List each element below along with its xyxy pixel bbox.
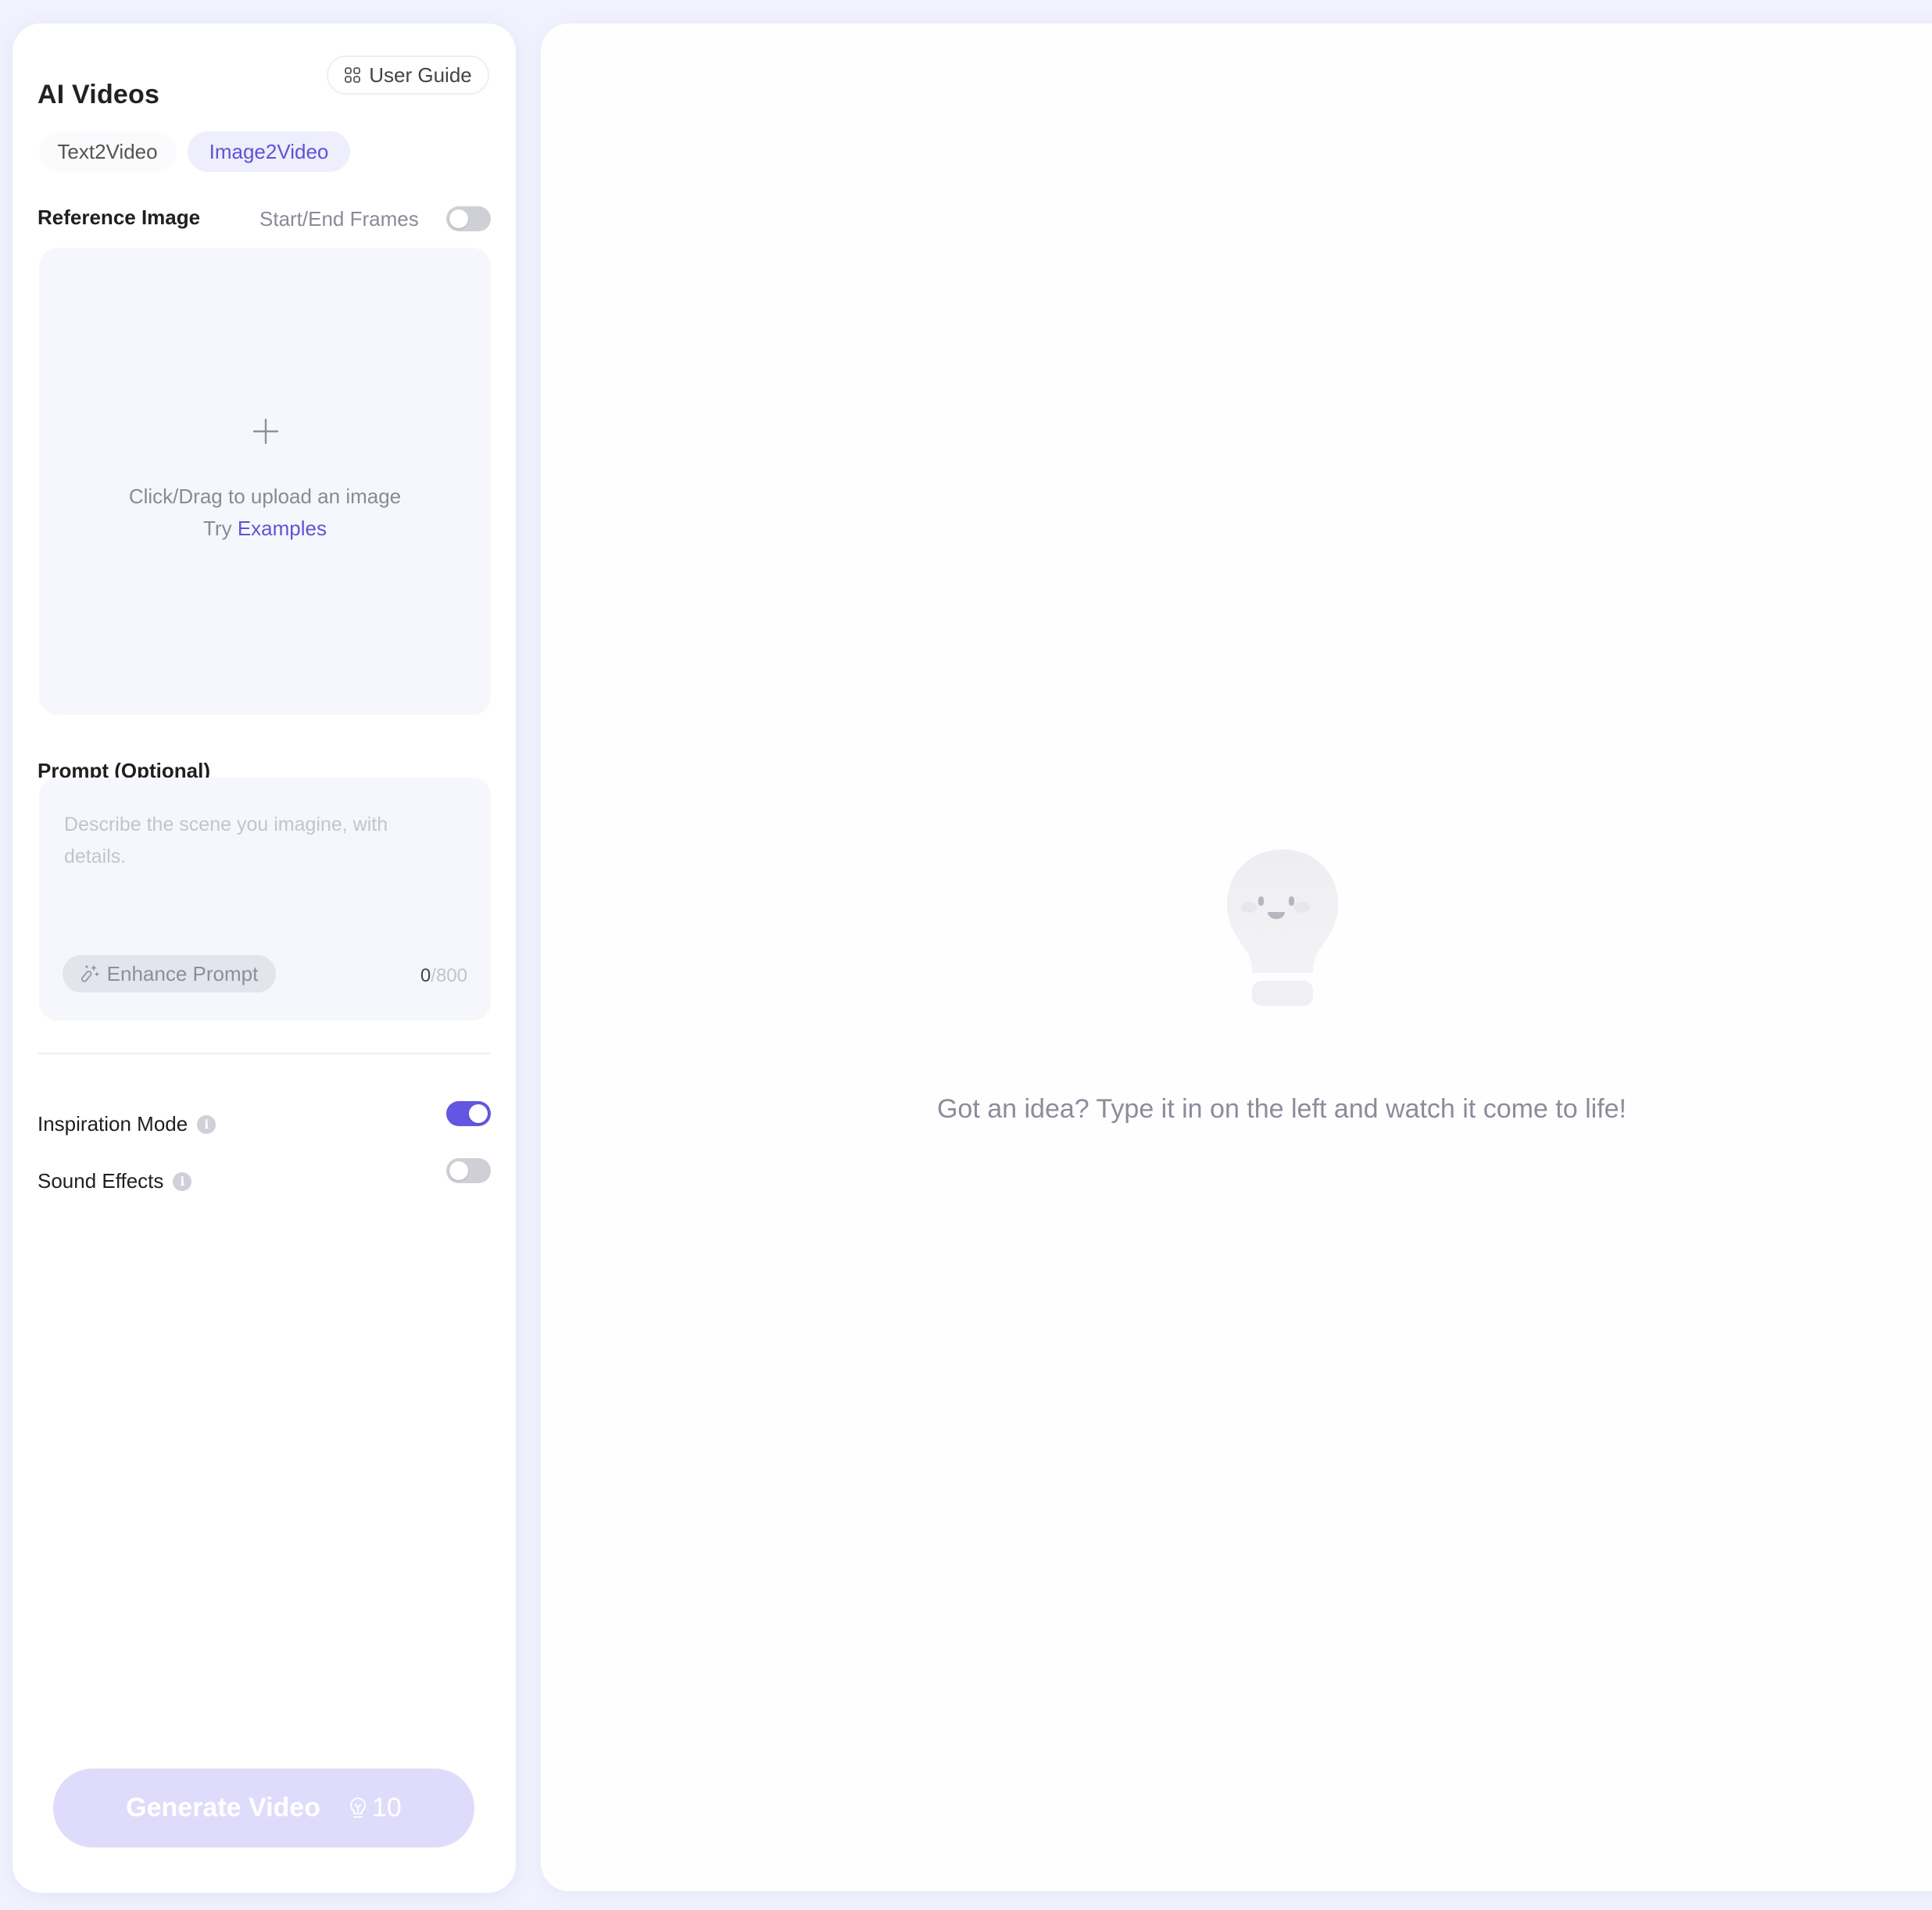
- info-icon[interactable]: i: [197, 1114, 216, 1134]
- char-counter: 0/800: [420, 965, 467, 987]
- grid-icon: [345, 67, 361, 83]
- credit-cost: 10: [349, 1793, 402, 1823]
- settings-panel: AI Videos User Guide Text2Video Image2Vi…: [13, 23, 516, 1893]
- try-prefix: Try: [203, 517, 238, 540]
- user-guide-label: User Guide: [369, 63, 472, 87]
- toggle-knob: [469, 1104, 488, 1123]
- inspiration-mode-toggle[interactable]: [446, 1101, 491, 1126]
- try-examples: Try Examples: [39, 513, 491, 545]
- magic-wand-icon: [80, 965, 98, 982]
- prompt-input[interactable]: [63, 807, 456, 928]
- preview-panel: Got an idea? Type it in on the left and …: [541, 23, 1932, 1891]
- generate-video-button[interactable]: Generate Video 10: [53, 1769, 474, 1847]
- examples-link[interactable]: Examples: [238, 517, 327, 540]
- divider: [38, 1053, 491, 1054]
- smiling-lightbulb-icon: [1227, 849, 1338, 1006]
- tab-text2video[interactable]: Text2Video: [39, 131, 176, 172]
- image-upload-dropzone[interactable]: Click/Drag to upload an image Try Exampl…: [39, 248, 491, 715]
- enhance-prompt-label: Enhance Prompt: [106, 961, 259, 985]
- enhance-prompt-button[interactable]: Enhance Prompt: [63, 955, 276, 993]
- tab-image2video[interactable]: Image2Video: [188, 131, 350, 172]
- start-end-frames-toggle[interactable]: [446, 206, 491, 231]
- info-icon[interactable]: i: [173, 1171, 192, 1191]
- generate-video-label: Generate Video: [126, 1793, 320, 1822]
- plus-icon: [252, 418, 279, 445]
- page-title: AI Videos: [38, 80, 160, 109]
- user-guide-button[interactable]: User Guide: [327, 55, 489, 95]
- char-count: 0: [420, 965, 431, 986]
- reference-image-label: Reference Image: [38, 206, 201, 229]
- prompt-box: Enhance Prompt 0/800: [39, 778, 491, 1021]
- sound-effects-toggle[interactable]: [446, 1158, 491, 1183]
- upload-instructions: Click/Drag to upload an image Try Exampl…: [39, 481, 491, 545]
- empty-state-message: Got an idea? Type it in on the left and …: [936, 1094, 1626, 1124]
- sound-effects-row: Sound Effects i: [38, 1169, 192, 1193]
- lightbulb-icon: [350, 1797, 366, 1818]
- char-limit: /800: [431, 965, 467, 986]
- toggle-knob: [449, 209, 468, 228]
- sound-effects-label: Sound Effects: [38, 1169, 164, 1193]
- toggle-knob: [449, 1161, 468, 1180]
- upload-text: Click/Drag to upload an image: [128, 485, 402, 508]
- start-end-frames-label: Start/End Frames: [259, 207, 419, 231]
- credit-value: 10: [371, 1793, 402, 1822]
- inspiration-mode-label: Inspiration Mode: [38, 1112, 188, 1136]
- inspiration-mode-row: Inspiration Mode i: [38, 1112, 216, 1136]
